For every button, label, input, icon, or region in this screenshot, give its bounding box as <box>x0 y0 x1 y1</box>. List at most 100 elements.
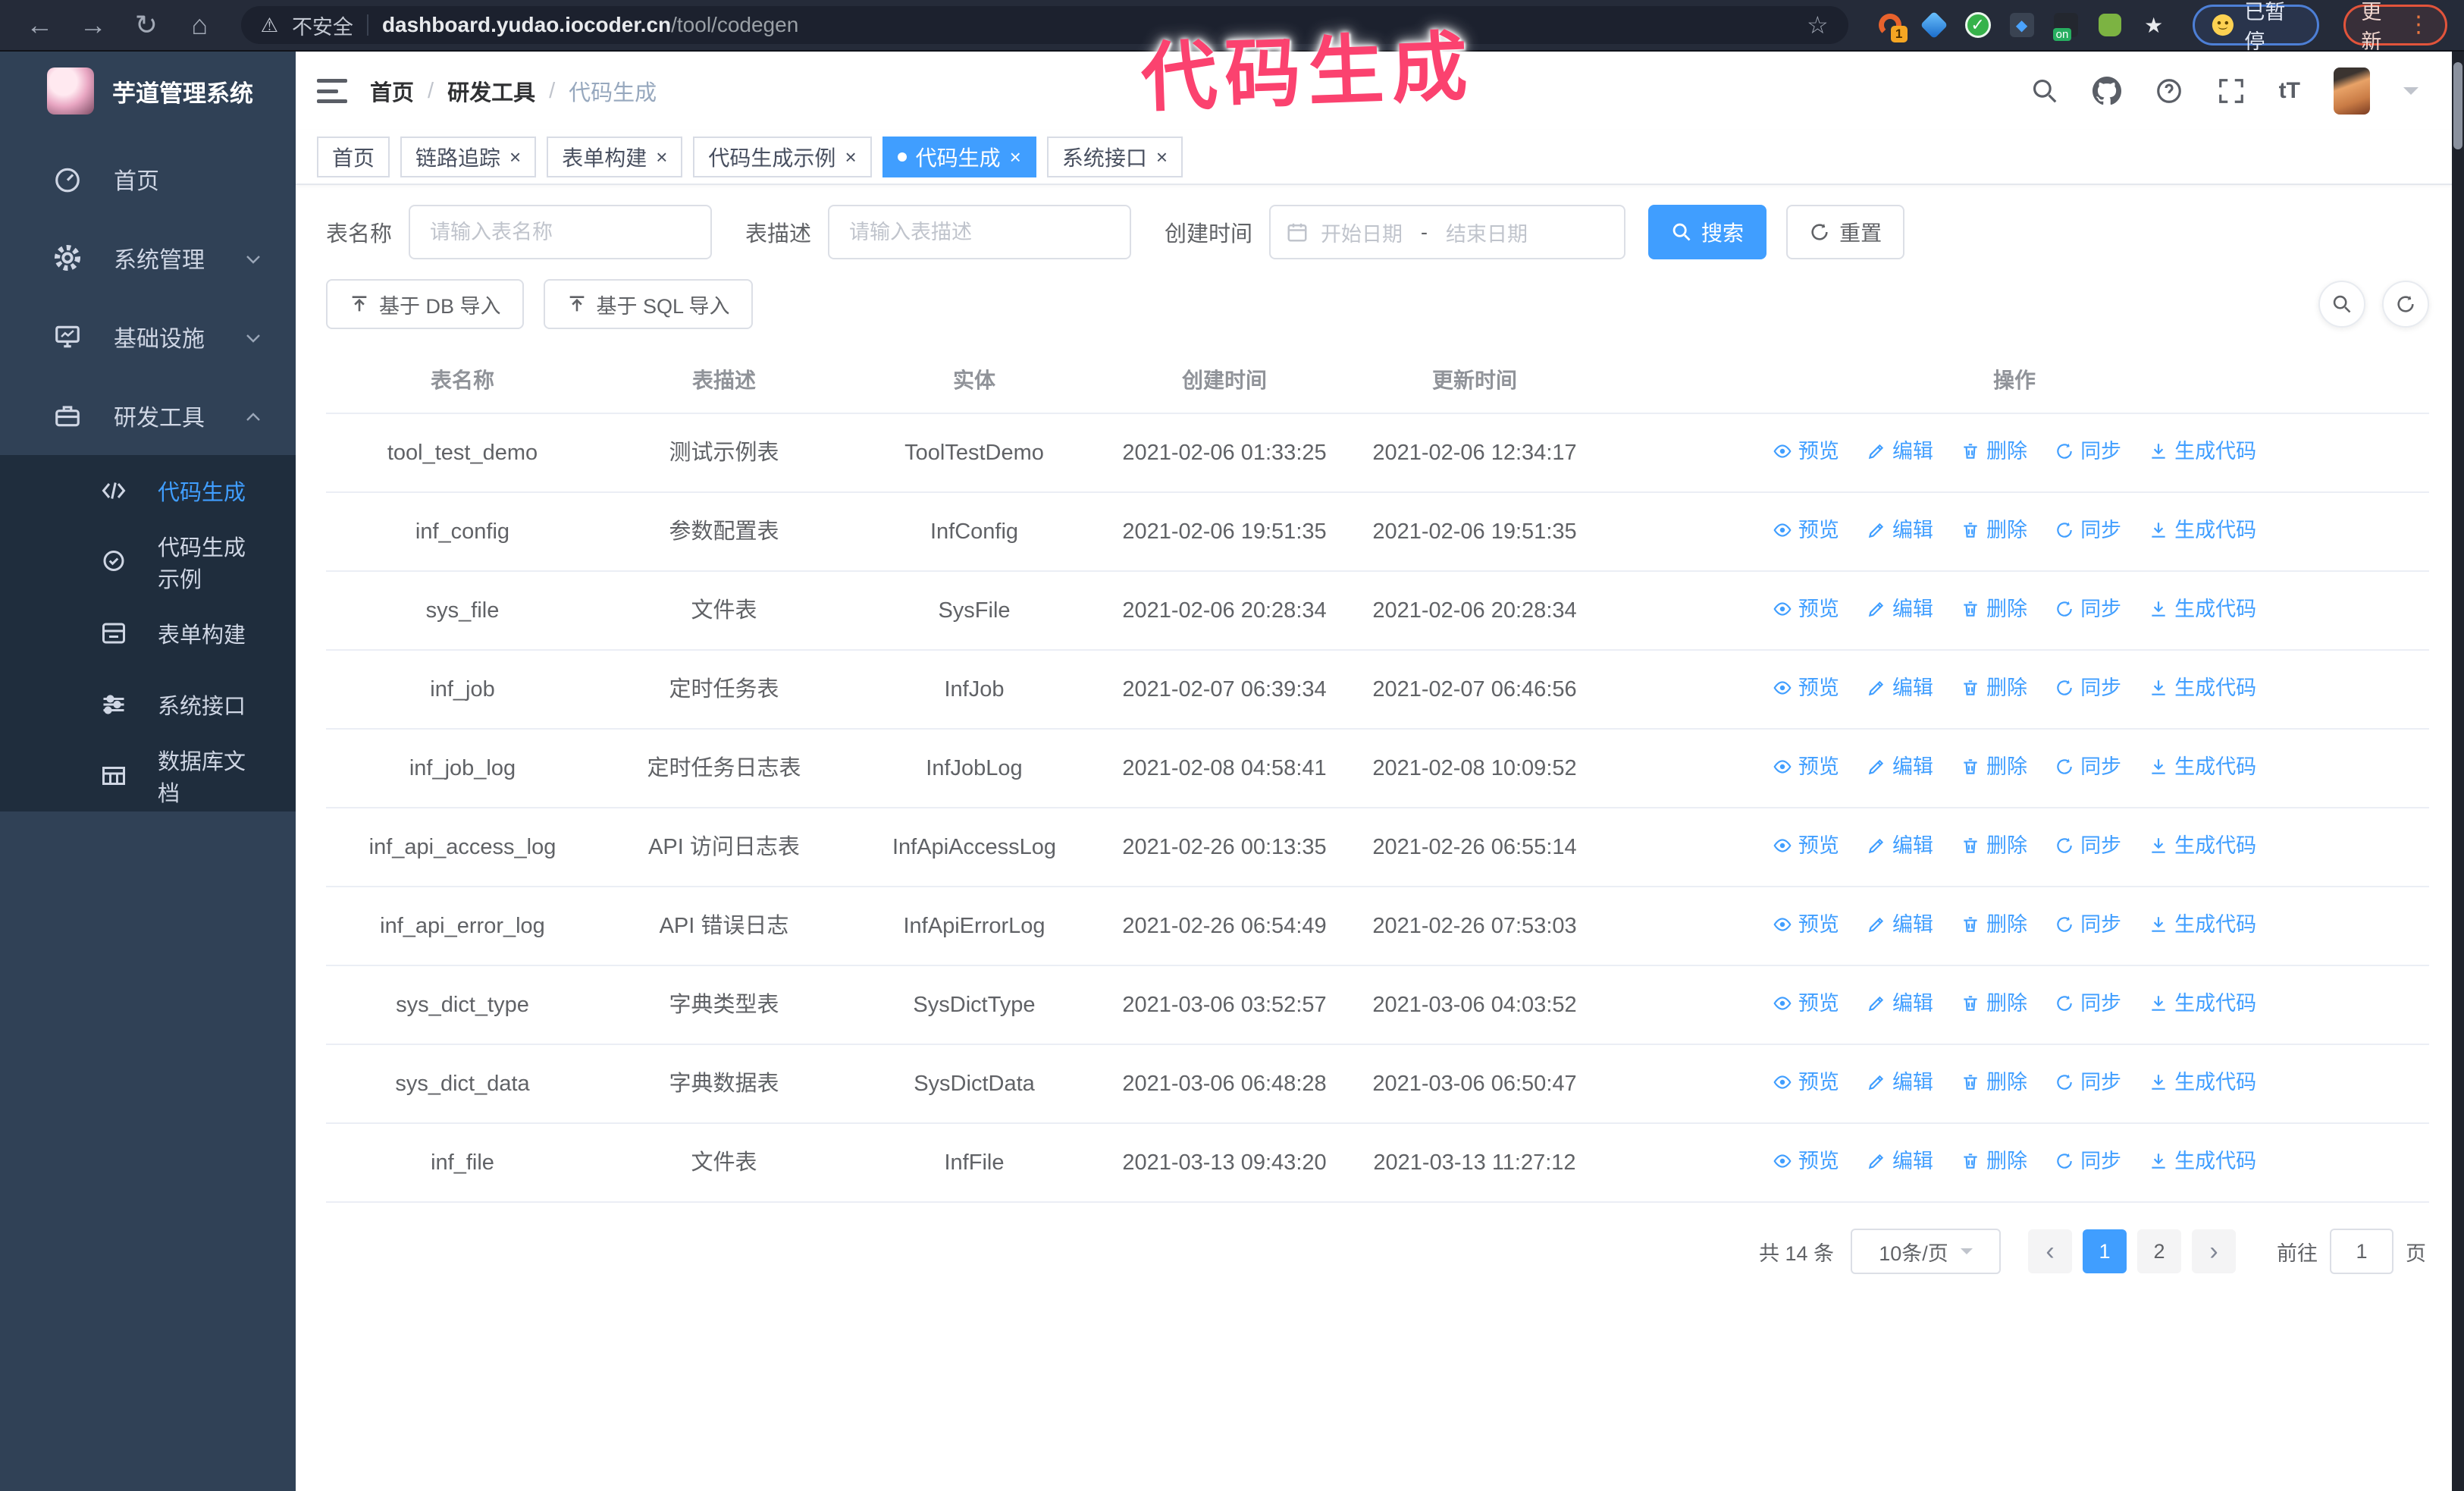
hamburger-icon[interactable] <box>317 79 347 103</box>
edit-link[interactable]: 编辑 <box>1867 1144 1933 1179</box>
table-desc-input[interactable] <box>828 205 1132 259</box>
delete-link[interactable]: 删除 <box>1961 749 2027 784</box>
sync-link[interactable]: 同步 <box>2055 670 2121 705</box>
preview-link[interactable]: 预览 <box>1773 434 1839 469</box>
preview-link[interactable]: 预览 <box>1773 828 1839 863</box>
preview-link[interactable]: 预览 <box>1773 1065 1839 1100</box>
generate-code-link[interactable]: 生成代码 <box>2149 434 2256 469</box>
sidebar-item-form-builder[interactable]: 表单构建 <box>0 598 296 669</box>
delete-link[interactable]: 删除 <box>1961 513 2027 548</box>
goto-page-input[interactable] <box>2330 1229 2393 1274</box>
font-size-icon[interactable]: tT <box>2279 78 2300 104</box>
user-avatar[interactable] <box>2334 67 2370 115</box>
extension-icon-7[interactable]: ★ <box>2140 11 2168 39</box>
edit-link[interactable]: 编辑 <box>1867 1065 1933 1100</box>
sync-link[interactable]: 同步 <box>2055 986 2121 1021</box>
search-button[interactable]: 搜索 <box>1648 205 1767 259</box>
paused-badge[interactable]: 已暂停 <box>2192 1 2320 53</box>
generate-code-link[interactable]: 生成代码 <box>2149 828 2256 863</box>
toggle-search-button[interactable] <box>2318 281 2365 328</box>
caret-down-icon[interactable] <box>2403 87 2419 102</box>
sidebar-item-system-api[interactable]: 系统接口 <box>0 669 296 740</box>
sidebar-item-codegen-example[interactable]: 代码生成示例 <box>0 526 296 598</box>
import-db-button[interactable]: 基于 DB 导入 <box>326 279 524 329</box>
close-icon[interactable]: × <box>1010 147 1021 167</box>
edit-link[interactable]: 编辑 <box>1867 828 1933 863</box>
reset-button[interactable]: 重置 <box>1786 205 1905 259</box>
extension-icon-4[interactable]: ◆ <box>2008 11 2036 39</box>
generate-code-link[interactable]: 生成代码 <box>2149 986 2256 1021</box>
extension-icon-6[interactable] <box>2096 11 2124 39</box>
sidebar-item-home[interactable]: 首页 <box>0 140 296 218</box>
sync-link[interactable]: 同步 <box>2055 592 2121 626</box>
search-icon[interactable] <box>2030 77 2059 105</box>
page-button-2[interactable]: 2 <box>2137 1229 2181 1273</box>
sidebar-item-db-docs[interactable]: 数据库文档 <box>0 740 296 811</box>
close-icon[interactable]: × <box>1156 147 1168 167</box>
browser-forward-icon[interactable]: → <box>70 5 115 45</box>
refresh-table-button[interactable] <box>2382 281 2429 328</box>
prev-page-button[interactable]: ‹ <box>2028 1229 2072 1273</box>
start-date-placeholder[interactable]: 开始日期 <box>1321 218 1403 247</box>
edit-link[interactable]: 编辑 <box>1867 670 1933 705</box>
preview-link[interactable]: 预览 <box>1773 592 1839 626</box>
preview-link[interactable]: 预览 <box>1773 986 1839 1021</box>
sidebar-logo-row[interactable]: 芋道管理系统 <box>0 52 296 130</box>
github-icon[interactable] <box>2092 77 2121 105</box>
next-page-button[interactable]: › <box>2192 1229 2236 1273</box>
edit-link[interactable]: 编辑 <box>1867 907 1933 942</box>
generate-code-link[interactable]: 生成代码 <box>2149 1065 2256 1100</box>
help-icon[interactable] <box>2155 77 2183 105</box>
extension-icon-5[interactable]: on <box>2052 11 2080 41</box>
close-icon[interactable]: × <box>845 147 856 167</box>
preview-link[interactable]: 预览 <box>1773 907 1839 942</box>
extension-icon-1[interactable]: 1 <box>1876 11 1908 42</box>
delete-link[interactable]: 删除 <box>1961 986 2027 1021</box>
sidebar-item-devtools[interactable]: 研发工具 <box>0 376 296 455</box>
delete-link[interactable]: 删除 <box>1961 828 2027 863</box>
sync-link[interactable]: 同步 <box>2055 907 2121 942</box>
generate-code-link[interactable]: 生成代码 <box>2149 749 2256 784</box>
preview-link[interactable]: 预览 <box>1773 670 1839 705</box>
sync-link[interactable]: 同步 <box>2055 434 2121 469</box>
edit-link[interactable]: 编辑 <box>1867 592 1933 626</box>
update-button[interactable]: 更新 ⋮ <box>2343 1 2447 53</box>
page-size-select[interactable]: 10条/页 <box>1851 1229 2001 1274</box>
page-url[interactable]: dashboard.yudao.iocoder.cn/tool/codegen <box>382 13 798 37</box>
browser-back-icon[interactable]: ← <box>17 5 62 45</box>
sync-link[interactable]: 同步 <box>2055 513 2121 548</box>
browser-refresh-icon[interactable]: ↻ <box>124 5 169 45</box>
bookmark-star-icon[interactable]: ☆ <box>1807 11 1829 39</box>
delete-link[interactable]: 删除 <box>1961 592 2027 626</box>
sidebar-item-system[interactable]: 系统管理 <box>0 218 296 297</box>
tab-home[interactable]: 首页 <box>317 137 390 177</box>
end-date-placeholder[interactable]: 结束日期 <box>1446 218 1528 247</box>
browser-menu-icon[interactable]: ⋮ <box>2407 14 2430 36</box>
breadcrumb-home[interactable]: 首页 <box>370 75 414 107</box>
sync-link[interactable]: 同步 <box>2055 749 2121 784</box>
sync-link[interactable]: 同步 <box>2055 1144 2121 1179</box>
delete-link[interactable]: 删除 <box>1961 907 2027 942</box>
date-range-picker[interactable]: 开始日期 - 结束日期 <box>1269 205 1626 259</box>
address-bar[interactable]: ⚠ 不安全 dashboard.yudao.iocoder.cn/tool/co… <box>240 6 1848 44</box>
edit-link[interactable]: 编辑 <box>1867 513 1933 548</box>
extension-icon-3[interactable]: ✓ <box>1964 11 1992 39</box>
import-sql-button[interactable]: 基于 SQL 导入 <box>543 279 753 329</box>
scrollbar-thumb[interactable] <box>2453 62 2462 149</box>
tab-system-api[interactable]: 系统接口 × <box>1046 137 1183 177</box>
close-icon[interactable]: × <box>509 147 521 167</box>
generate-code-link[interactable]: 生成代码 <box>2149 1144 2256 1179</box>
preview-link[interactable]: 预览 <box>1773 749 1839 784</box>
sync-link[interactable]: 同步 <box>2055 828 2121 863</box>
tab-codegen-example[interactable]: 代码生成示例 × <box>693 137 872 177</box>
close-icon[interactable]: × <box>656 147 667 167</box>
tab-codegen[interactable]: 代码生成 × <box>882 137 1036 177</box>
sidebar-item-infra[interactable]: 基础设施 <box>0 297 296 376</box>
browser-home-icon[interactable]: ⌂ <box>177 5 222 45</box>
page-button-1[interactable]: 1 <box>2083 1229 2127 1273</box>
delete-link[interactable]: 删除 <box>1961 1065 2027 1100</box>
extension-icon-2[interactable] <box>1920 11 1948 39</box>
preview-link[interactable]: 预览 <box>1773 513 1839 548</box>
table-name-input[interactable] <box>409 205 713 259</box>
page-scrollbar[interactable] <box>2452 52 2464 1491</box>
